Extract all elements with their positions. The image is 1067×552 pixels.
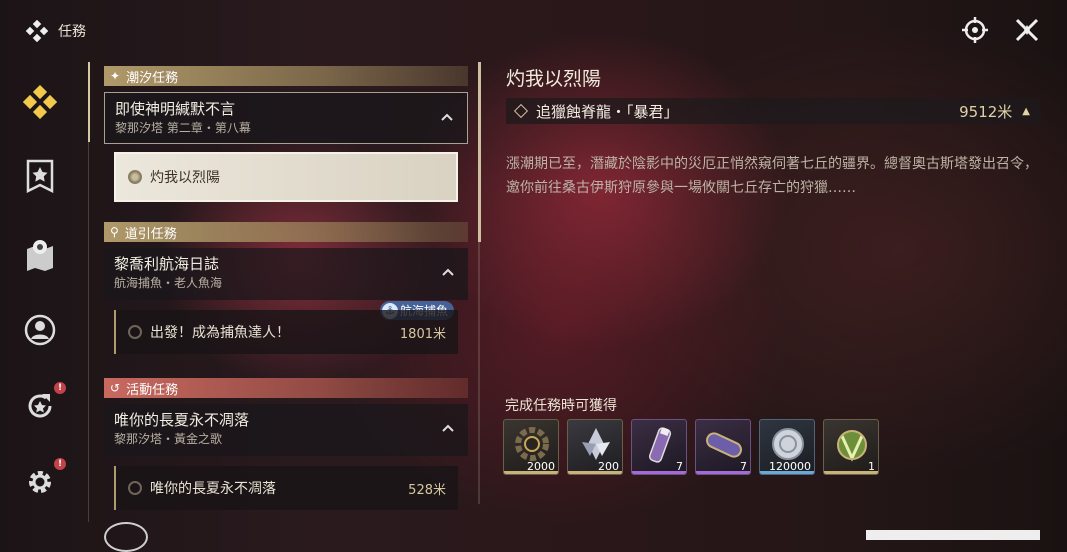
quest-card-tidal[interactable]: 即使神明緘默不言 黎那汐塔 第二章・第八幕 bbox=[104, 92, 468, 144]
step-radio-icon bbox=[128, 325, 142, 339]
category-label: 道引任務 bbox=[124, 226, 177, 242]
step-distance: 1801米 bbox=[399, 326, 446, 342]
bottom-button[interactable] bbox=[104, 522, 148, 552]
category-label: 活動任務 bbox=[126, 382, 179, 398]
reward-item[interactable]: 200 bbox=[567, 419, 623, 475]
category-header-guide: ⚲ 道引任務 bbox=[104, 222, 468, 242]
return-icon bbox=[28, 394, 52, 418]
objective-row[interactable]: 追獵蝕脊龍・「暴君」 9512米 ▲ bbox=[506, 98, 1040, 124]
reward-item[interactable]: 1 bbox=[823, 419, 879, 475]
quest-step[interactable]: 唯你的長夏永不凋落 528米 bbox=[114, 466, 458, 510]
step-label: 出發！成為捕魚達人！ bbox=[150, 325, 290, 341]
reward-item[interactable]: 7 bbox=[631, 419, 687, 475]
quest-subtitle: 黎那汐塔 第二章・第八幕 bbox=[115, 121, 251, 135]
quest-card-guide[interactable]: 黎喬利航海日誌 航海捕魚・老人魚海 bbox=[104, 248, 468, 300]
quest-subtitle: 航海捕魚・老人魚海 bbox=[114, 276, 223, 290]
objective-label: 追獵蝕脊龍・「暴君」 bbox=[536, 102, 679, 121]
gear-icon bbox=[29, 471, 51, 493]
sidebar-item-settings[interactable]: ! bbox=[20, 458, 66, 502]
alert-badge: ! bbox=[54, 458, 66, 470]
sidebar-item-banner[interactable] bbox=[20, 156, 60, 196]
quest-diamond-icon bbox=[26, 20, 48, 42]
close-icon[interactable] bbox=[1011, 14, 1043, 46]
sidebar-item-map[interactable] bbox=[20, 234, 60, 274]
reward-item[interactable]: 120000 bbox=[759, 419, 815, 475]
up-arrow-icon: ▲ bbox=[1022, 105, 1030, 117]
objective-diamond-icon bbox=[513, 103, 529, 119]
step-distance: 528米 bbox=[408, 482, 446, 498]
chevron-up-icon[interactable] bbox=[442, 266, 454, 278]
header: 任務 bbox=[26, 20, 86, 42]
target-icon[interactable] bbox=[959, 14, 991, 46]
reward-item[interactable]: 2000 bbox=[503, 419, 559, 475]
reward-label: 完成任務時可獲得 bbox=[505, 398, 617, 414]
bottom-right-panel bbox=[866, 530, 1040, 540]
step-radio-icon bbox=[128, 481, 142, 495]
map-pin-icon bbox=[27, 240, 53, 271]
event-refresh-icon: ↺ bbox=[110, 381, 121, 395]
quest-step-active[interactable]: 灼我以烈陽 bbox=[114, 152, 458, 202]
chevron-up-icon[interactable] bbox=[441, 111, 453, 123]
quest-description: 漲潮期已至，潛藏於陰影中的災厄正悄然窺伺著七丘的疆界。總督奧古斯塔發出召令，邀你… bbox=[506, 156, 1038, 196]
scrollbar-track bbox=[478, 242, 480, 504]
quest-title: 黎喬利航海日誌 bbox=[114, 255, 220, 273]
sidebar-item-quests[interactable] bbox=[20, 82, 60, 122]
category-header-tidal: ✦ 潮汐任務 bbox=[104, 66, 468, 86]
chevron-up-icon[interactable] bbox=[442, 422, 454, 434]
top-actions bbox=[959, 14, 1043, 46]
scrollbar-thumb[interactable] bbox=[478, 62, 481, 242]
step-label: 唯你的長夏永不凋落 bbox=[150, 481, 276, 497]
sidebar-item-character[interactable] bbox=[20, 310, 60, 350]
page-title: 任務 bbox=[58, 24, 86, 40]
quest-title: 即使神明緘默不言 bbox=[115, 100, 236, 118]
sidebar-item-return[interactable]: ! bbox=[20, 382, 66, 426]
step-label: 灼我以烈陽 bbox=[150, 170, 220, 186]
location-pin-icon: ⚲ bbox=[110, 225, 119, 239]
quest-step[interactable]: 出發！成為捕魚達人！ 1801米 bbox=[114, 310, 458, 354]
list-divider bbox=[88, 142, 89, 522]
quest-card-event[interactable]: 唯你的長夏永不凋落 黎那汐塔・黃金之歌 bbox=[104, 404, 468, 456]
alert-badge: ! bbox=[54, 382, 66, 394]
objective-distance: 9512米 bbox=[959, 102, 1013, 121]
reward-list: 2000 200 7 7 120000 1 bbox=[503, 419, 879, 475]
category-header-event: ↺ 活動任務 bbox=[104, 378, 468, 398]
sparkle-icon: ✦ bbox=[110, 69, 121, 83]
category-label: 潮汐任務 bbox=[126, 70, 179, 86]
reward-item[interactable]: 7 bbox=[695, 419, 751, 475]
detail-title: 灼我以烈陽 bbox=[506, 68, 602, 90]
list-scroll-indicator bbox=[88, 62, 90, 142]
quest-title: 唯你的長夏永不凋落 bbox=[114, 411, 250, 429]
diamond-quest-icon bbox=[23, 85, 57, 119]
banner-star-icon bbox=[26, 159, 54, 193]
person-icon bbox=[24, 314, 56, 346]
quest-subtitle: 黎那汐塔・黃金之歌 bbox=[114, 432, 223, 446]
step-radio-icon bbox=[128, 170, 142, 184]
